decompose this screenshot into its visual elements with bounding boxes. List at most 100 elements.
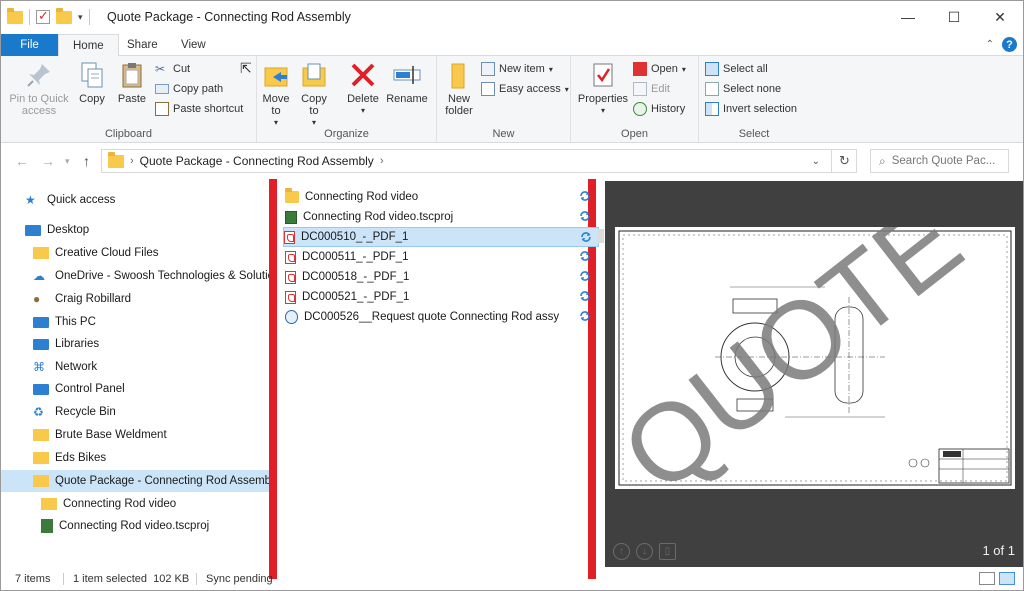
sidebar-item[interactable]: Libraries [1, 333, 269, 355]
copy-button[interactable]: Copy [77, 60, 107, 105]
watermark-text: QUOTE [615, 227, 984, 489]
library-icon [33, 338, 49, 350]
tab-file[interactable]: File [1, 34, 58, 56]
sidebar-item[interactable]: ☁ OneDrive - Swoosh Technologies & Soluti… [1, 265, 269, 287]
edit-button[interactable]: Edit [633, 80, 670, 98]
refresh-icon[interactable]: ↻ [831, 149, 857, 173]
new-item-button[interactable]: New item ▾ [481, 60, 553, 78]
item-count: 7 items [15, 573, 51, 585]
sidebar-item[interactable]: Connecting Rod video [1, 493, 269, 515]
organize-group-label: Organize [324, 128, 369, 140]
sidebar-item[interactable]: Control Panel [1, 378, 269, 400]
select-all-button[interactable]: Select all [705, 60, 768, 78]
rename-button[interactable]: Rename [385, 60, 429, 105]
view-buttons [979, 572, 1015, 585]
sync-pending-icon [579, 250, 591, 262]
maximize-icon[interactable]: ☐ [931, 1, 977, 33]
file-row[interactable]: Connecting Rod video [285, 187, 597, 207]
previous-page-icon[interactable]: ↑ [613, 543, 630, 560]
close-icon[interactable]: ✕ [977, 1, 1023, 33]
edit-icon [633, 82, 647, 96]
sidebar-item[interactable]: Quote Package - Connecting Rod Assembly [1, 470, 269, 492]
rename-label: Rename [386, 93, 428, 105]
new-folder-icon[interactable] [56, 7, 72, 24]
tab-home[interactable]: Home [58, 34, 119, 57]
sidebar-item[interactable]: ♻ Recycle Bin [1, 401, 269, 423]
new-group-label: New [492, 128, 515, 140]
file-row[interactable]: DC000521_-_PDF_1 [285, 287, 597, 307]
fit-page-icon[interactable]: ▯ [659, 543, 676, 560]
cut-button[interactable]: ✂ Cut [155, 60, 190, 78]
edit-label: Edit [651, 83, 670, 95]
cloud-icon: ☁ [33, 269, 45, 283]
file-row[interactable]: DC000526__Request quote Connecting Rod a… [285, 307, 597, 327]
collapse-ribbon-icon[interactable]: ⌃ [986, 39, 994, 50]
pin-button[interactable]: Pin to Quick access [7, 60, 71, 117]
history-button[interactable]: History [633, 100, 685, 118]
file-name: DC000518_-_PDF_1 [302, 271, 410, 283]
tab-view[interactable]: View [167, 34, 220, 56]
copy-path-button[interactable]: Copy path [155, 80, 223, 98]
file-row[interactable]: DC000510_-_PDF_1 [283, 227, 599, 247]
minimize-icon[interactable]: — [885, 1, 931, 33]
ribbon-tabs: File Home Share View ⌃ ? [1, 34, 1023, 57]
file-name: DC000511_-_PDF_1 [302, 251, 409, 263]
quick-access-toolbar: ▾ [7, 7, 90, 25]
file-row[interactable]: DC000518_-_PDF_1 [285, 267, 597, 287]
sidebar-item[interactable]: This PC [1, 311, 269, 333]
sidebar-item[interactable]: Desktop [1, 219, 269, 241]
sidebar-item[interactable]: ● Craig Robillard [1, 288, 269, 310]
next-page-icon[interactable]: ↓ [636, 543, 653, 560]
pdf-file-icon [285, 290, 296, 304]
sidebar-item[interactable]: Creative Cloud Files [1, 242, 269, 264]
address-dropdown-icon[interactable]: ⌄ [812, 156, 820, 167]
easy-access-button[interactable]: Easy access ▾ [481, 80, 569, 98]
copy-to-button[interactable]: Copy to ▾ [299, 60, 329, 129]
sidebar-item-label: This PC [55, 316, 96, 328]
file-row[interactable]: DC000511_-_PDF_1 [285, 247, 597, 267]
open-label: Open [651, 63, 678, 75]
sidebar-item[interactable]: Connecting Rod video.tscproj [1, 515, 269, 537]
address-box[interactable]: › Quote Package - Connecting Rod Assembl… [101, 149, 857, 173]
sidebar-item-label: Brute Base Weldment [55, 429, 167, 441]
paste-button[interactable]: Paste [115, 60, 149, 105]
sidebar-item[interactable]: ⌘ Network [1, 356, 269, 378]
help-icon[interactable]: ? [1002, 37, 1017, 52]
breadcrumb[interactable]: Quote Package - Connecting Rod Assembly [140, 154, 374, 168]
sidebar-item[interactable]: Eds Bikes [1, 447, 269, 469]
open-button[interactable]: Open ▾ [633, 60, 686, 78]
sidebar-item[interactable]: ★ Quick access [1, 189, 269, 211]
customize-toolbar-icon[interactable]: ▾ [78, 12, 83, 23]
search-input[interactable]: ⌕ Search Quote Pac... [870, 149, 1009, 173]
large-icons-view-icon[interactable] [999, 572, 1015, 585]
invert-selection-button[interactable]: Invert selection [705, 100, 797, 118]
invert-selection-icon [705, 102, 719, 116]
forward-icon[interactable]: → [41, 153, 55, 169]
sidebar-item-label: Libraries [55, 338, 100, 350]
paste-shortcut-button[interactable]: Paste shortcut [155, 100, 243, 118]
select-none-button[interactable]: Select none [705, 80, 781, 98]
sidebar-item[interactable]: Brute Base Weldment [1, 424, 269, 446]
sidebar-item-label: Creative Cloud Files [55, 247, 159, 259]
sync-pending-icon [579, 190, 591, 202]
back-icon[interactable]: ← [15, 153, 29, 169]
file-row[interactable]: Connecting Rod video.tscproj [285, 207, 597, 227]
copy-to-label: Copy to [301, 93, 327, 117]
properties-icon[interactable] [36, 8, 50, 24]
list-scrollbar[interactable] [598, 229, 604, 243]
red-marker-bar-left [269, 179, 277, 579]
properties-button[interactable]: Properties ▾ [577, 60, 629, 117]
sidebar-item-label: Control Panel [55, 383, 125, 395]
recycle-bin-icon: ♻ [33, 405, 44, 419]
delete-button[interactable]: Delete ▾ [345, 60, 381, 117]
cut-label: Cut [173, 63, 191, 75]
recent-locations-icon[interactable]: ▾ [65, 156, 70, 167]
pdf-file-icon [285, 250, 296, 264]
up-icon[interactable]: ↑ [83, 153, 90, 169]
details-view-icon[interactable] [979, 572, 995, 585]
tab-share[interactable]: Share [113, 34, 172, 56]
properties-icon [588, 60, 618, 90]
move-to-button[interactable]: Move to ▾ [261, 60, 291, 129]
project-file-icon [285, 210, 297, 224]
new-folder-button[interactable]: New folder [441, 60, 477, 117]
